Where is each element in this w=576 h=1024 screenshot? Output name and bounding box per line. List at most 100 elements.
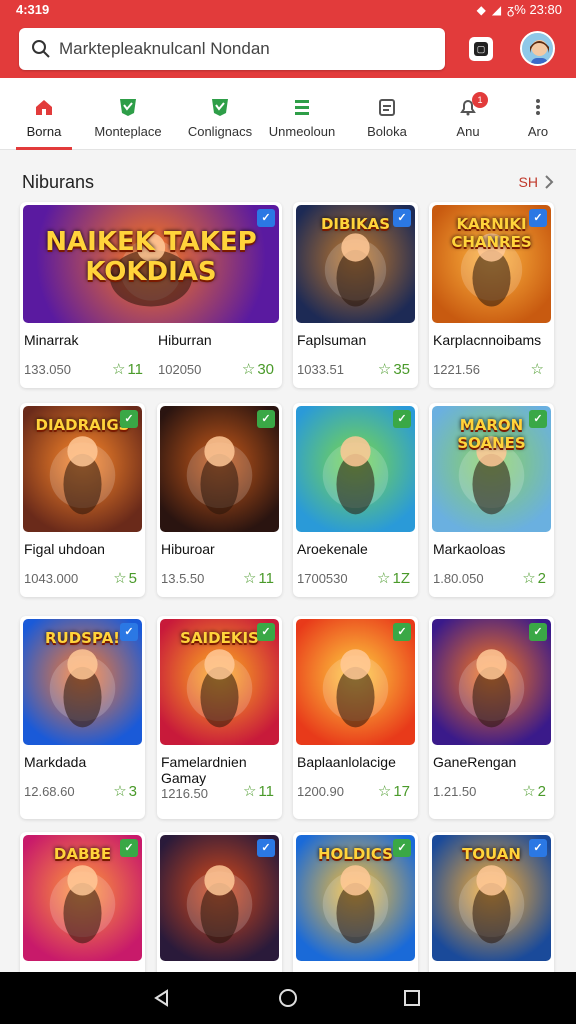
card-title: Baplaanlolacige [297,754,396,770]
game-thumbnail[interactable]: DIBIKAS ✓ [296,205,415,323]
card-title: Hiburoar [161,541,215,557]
tab-4[interactable]: Unmeoloun [264,78,340,150]
card-rating: ☆ [531,360,546,378]
product-card[interactable]: NAIKEK TAKEP KOKDIAS ✓ Minarrak 133.050 ☆ 11 H… [20,202,282,388]
product-card[interactable]: TOUAN ✓ [429,832,554,982]
card-price: 1200.90 [297,784,344,799]
cart-button[interactable]: ▢ [469,37,493,61]
product-card[interactable]: KARNIKI CHANRES ✓ Karplacnnoibams 1221.56 ☆ [429,202,554,388]
tab-label: Conlignacs [187,124,253,139]
avatar[interactable] [520,31,555,66]
tab-label: Aro [527,124,549,139]
home-icon [33,96,55,118]
game-thumbnail[interactable]: ✓ [296,406,415,532]
star-icon: ☆ [522,570,536,587]
star-icon: ☆ [241,361,256,378]
product-card[interactable]: RUDSPA! ✓ Markdada 12.68.60 ☆ 3 [20,616,145,819]
card-rating: ☆ 17 [378,782,410,801]
user-portrait-icon [522,33,553,64]
card-title: Markaoloas [433,541,506,557]
game-thumbnail[interactable]: HOLDICS ✓ [296,835,415,961]
game-thumbnail[interactable]: SAIDEKIS ✓ [160,619,279,745]
product-card[interactable]: ✓ [157,832,282,982]
card-rating: ☆ 11 [112,360,143,379]
system-nav-bar [0,972,576,1024]
card-rating: ☆ 2 [522,782,546,801]
card-price: 1043.000 [24,571,79,586]
rating-value: 5 [128,569,137,587]
more-vertical-icon [527,96,549,118]
tab-1[interactable]: Borna [16,78,72,150]
game-thumbnail[interactable]: DABBE ✓ [23,835,142,961]
verified-icon: ✓ [257,839,275,857]
tag-icon [117,96,139,118]
card-title: Minarrak [24,332,79,348]
status-battery: ᵹ% 23:80 [507,2,562,17]
rating-value: 1Z [392,569,410,587]
card-price: 133.050 [24,362,71,377]
product-card[interactable]: HOLDICS ✓ [293,832,418,982]
card-title: Hiburran [158,332,212,348]
game-thumbnail[interactable]: DIADRAIGS ✓ [23,406,142,532]
verified-icon: ✓ [529,623,547,641]
tab-6[interactable]: Anu 1 [448,78,488,150]
tab-label: Borna [26,124,62,139]
chevron-right-icon [545,175,554,189]
game-thumbnail[interactable]: ✓ [296,619,415,745]
game-thumbnail[interactable]: KARNIKI CHANRES ✓ [432,205,551,323]
tag-icon [209,96,231,118]
home-circle-icon[interactable] [278,988,298,1008]
card-price: 102050 [158,362,202,377]
game-thumbnail[interactable]: ✓ [160,835,279,961]
star-icon: ☆ [242,570,257,587]
star-icon: ☆ [113,783,127,800]
see-all-link[interactable]: SH [519,174,554,190]
card-rating: ☆ 1Z [377,569,410,588]
search-input[interactable] [59,39,419,59]
game-logo-text: NAIKEK TAKEP KOKDIAS [45,227,257,287]
verified-icon: ✓ [393,209,411,227]
product-card[interactable]: DIADRAIGS ✓ Figal uhdoan 1043.000 ☆ 5 [20,403,145,597]
verified-icon: ✓ [393,410,411,428]
product-card[interactable]: ✓ Baplaanlolacige 1200.90 ☆ 17 [293,616,418,819]
tab-7[interactable]: Aro [520,78,556,150]
tab-3[interactable]: Conlignacs [180,78,260,150]
verified-icon: ✓ [529,839,547,857]
rating-value: 35 [393,360,410,378]
card-price: 1221.56 [433,362,480,377]
tab-label: Anu [456,124,480,139]
notification-badge: 1 [472,92,488,108]
rating-value: 11 [258,569,274,587]
back-icon[interactable] [152,988,172,1008]
product-card[interactable]: ✓ GaneRengan 1.21.50 ☆ 2 [429,616,554,819]
game-thumbnail[interactable]: NAIKEK TAKEP KOKDIAS ✓ [23,205,279,323]
rating-value: 11 [127,360,143,378]
game-thumbnail[interactable]: RUDSPA! ✓ [23,619,142,745]
product-card[interactable]: SAIDEKIS ✓ Famelardnien Gamay 1216.50 ☆ 11 [157,616,282,819]
status-bar: 4:319 ◆ ◢ ᵹ% 23:80 [0,0,576,22]
game-thumbnail[interactable]: ✓ [160,406,279,532]
product-card[interactable]: MARON SOANES ✓ Markaoloas 1.80.050 ☆ 2 [429,403,554,597]
game-thumbnail[interactable]: MARON SOANES ✓ [432,406,551,532]
product-card[interactable]: ✓ Aroekenale 1700530 ☆ 1Z [293,403,418,597]
rating-value: 30 [257,360,274,378]
recents-icon[interactable] [402,988,422,1008]
star-icon: ☆ [113,570,127,587]
rating-value: 17 [393,782,410,800]
search-bar[interactable] [19,28,445,70]
star-icon: ☆ [377,570,391,587]
product-card[interactable]: DABBE ✓ [20,832,145,982]
game-thumbnail[interactable]: TOUAN ✓ [432,835,551,961]
tab-2[interactable]: Monteplace [86,78,170,150]
card-title: Faplsuman [297,332,367,348]
product-card[interactable]: DIBIKAS ✓ Faplsuman 1033.51 ☆ 35 [293,202,418,388]
tab-5[interactable]: Boloka [360,78,414,150]
card-title: Karplacnnoibams [433,332,542,348]
game-thumbnail[interactable]: ✓ [432,619,551,745]
product-card[interactable]: ✓ Hiburoar 13.5.50 ☆ 11 [157,403,282,597]
verified-icon: ✓ [257,209,275,227]
star-icon: ☆ [377,361,392,378]
card-price: 1.80.050 [433,571,484,586]
category-tabs: Borna Monteplace Conlignacs Unmeoloun Boloka… [0,78,576,150]
rating-value: 3 [128,782,137,800]
